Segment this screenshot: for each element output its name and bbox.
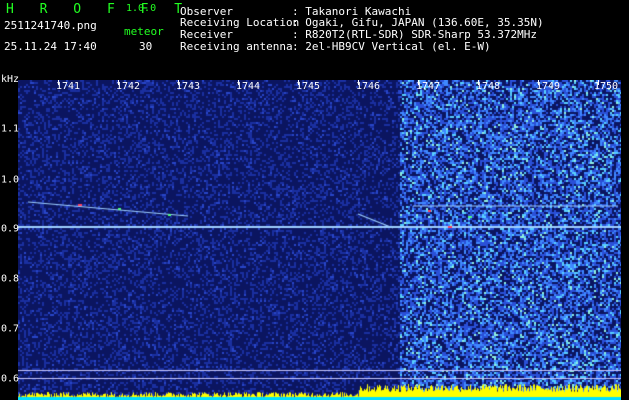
spectrogram xyxy=(18,80,621,400)
info-key-antenna: Receiving antenna xyxy=(180,40,293,53)
info-value-antenna: : 2el-HB9CV Vertical (el. E-W) xyxy=(292,40,491,53)
meteor-count: 30 xyxy=(139,40,153,53)
y-tick-label-0.7: 0.7 xyxy=(1,323,20,335)
x-tick-label-1745: 1745 xyxy=(295,81,321,92)
x-tick-label-1748: 1748 xyxy=(475,81,501,92)
x-tick-label-1749: 1749 xyxy=(535,81,561,92)
y-tick-label-0.8: 0.8 xyxy=(1,273,20,285)
file-datetime: 25.11.24 17:40 xyxy=(4,40,97,53)
x-tick-label-1742: 1742 xyxy=(115,81,141,92)
y-tick-label-1.0: 1.0 xyxy=(1,174,20,186)
x-tick xyxy=(298,80,299,85)
x-tick xyxy=(58,80,59,85)
x-tick xyxy=(538,80,539,85)
meteor-label: meteor xyxy=(124,25,164,38)
x-tick xyxy=(478,80,479,85)
x-tick xyxy=(358,80,359,85)
x-tick xyxy=(598,80,599,85)
hroft-window: H R O F F T 1.0.0 2511241740.png 25.11.2… xyxy=(0,0,629,400)
app-version: 1.0.0 xyxy=(126,3,157,14)
x-tick-label-1744: 1744 xyxy=(235,81,261,92)
x-tick-label-1741: 1741 xyxy=(55,81,81,92)
x-tick xyxy=(118,80,119,85)
y-tick-label-0.6: 0.6 xyxy=(1,373,20,385)
x-tick xyxy=(418,80,419,85)
y-tick-label-0.9: 0.9 xyxy=(1,223,20,235)
x-tick-label-1747: 1747 xyxy=(415,81,441,92)
x-tick xyxy=(178,80,179,85)
y-tick-label-1.1: 1.1 xyxy=(1,123,20,135)
x-tick xyxy=(238,80,239,85)
x-tick-label-1746: 1746 xyxy=(355,81,381,92)
file-name: 2511241740.png xyxy=(4,19,97,32)
x-tick-label-1743: 1743 xyxy=(175,81,201,92)
y-axis-unit: kHz xyxy=(1,74,20,85)
app-title: H R O F F T xyxy=(6,2,192,17)
